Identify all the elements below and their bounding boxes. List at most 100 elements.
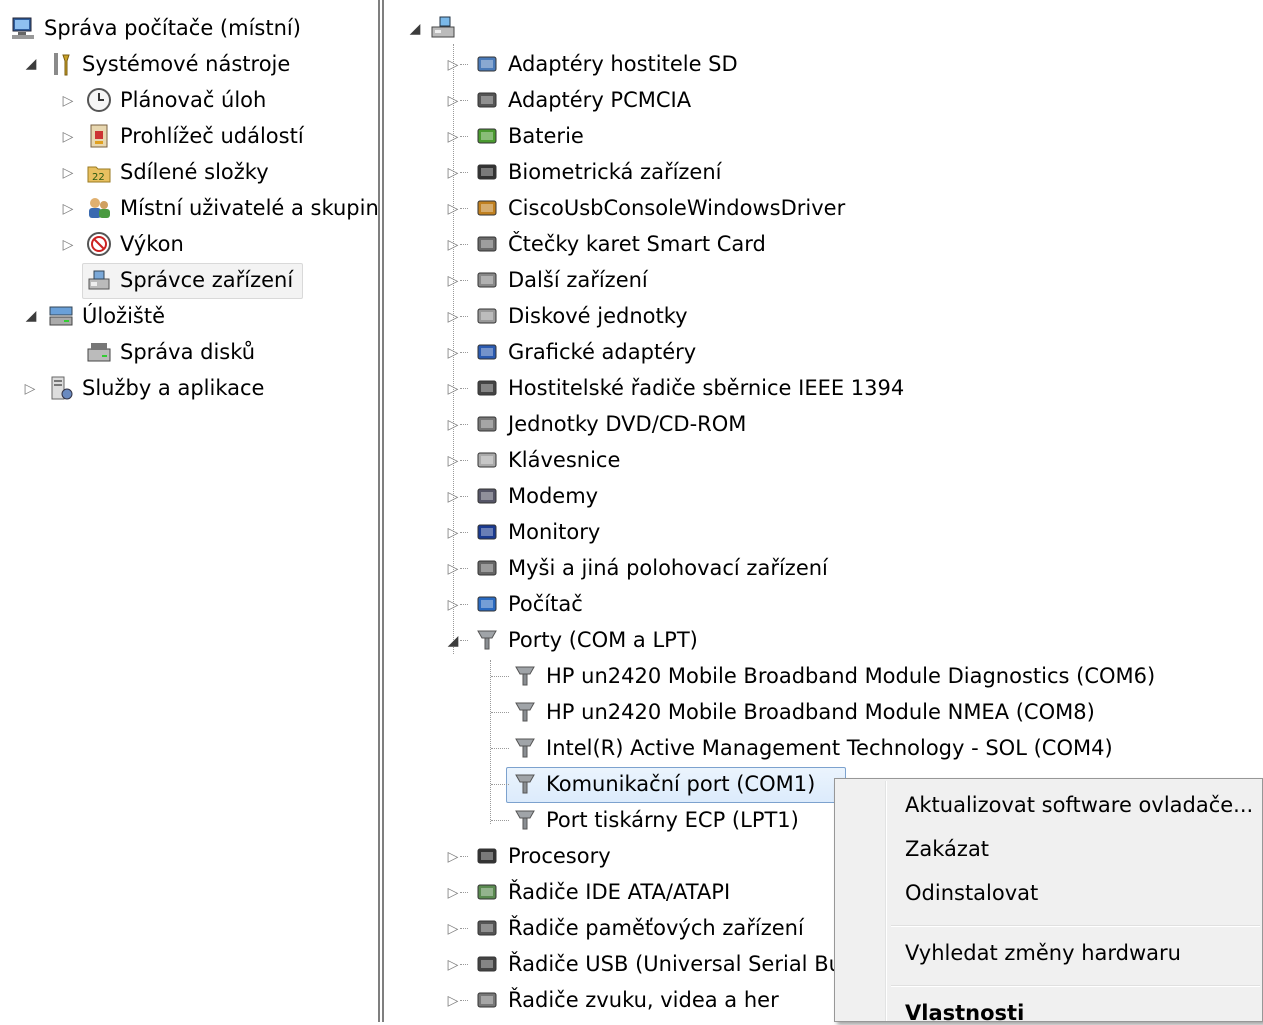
tree-item-label: Adaptéry hostitele SD [508, 52, 738, 76]
menu-item-scan-hardware[interactable]: Vyhledat změny hardwaru [905, 941, 1181, 965]
expand-arrow-icon[interactable]: ▷ [446, 310, 460, 324]
tree-item-computer-root[interactable] [430, 10, 464, 46]
tree-item-biometric[interactable]: Biometrická zařízení [474, 154, 722, 190]
tree-item-ide-ata[interactable]: Řadiče IDE ATA/ATAPI [474, 874, 730, 910]
tree-item-dvd-cdrom[interactable]: Jednotky DVD/CD-ROM [474, 406, 746, 442]
tree-item-batteries[interactable]: Baterie [474, 118, 584, 154]
tree-item-sd-host-adapters[interactable]: Adaptéry hostitele SD [474, 46, 738, 82]
serial-port-icon [512, 807, 538, 833]
tree-item-device-manager[interactable]: Správce zařízení [86, 262, 293, 298]
expand-arrow-icon[interactable]: ▷ [61, 94, 75, 108]
disk-management-icon [86, 339, 112, 365]
tree-item-computer-management[interactable]: Správa počítače (místní) [10, 10, 301, 46]
menu-item-update-driver[interactable]: Aktualizovat software ovladače... [905, 793, 1253, 817]
expand-arrow-icon[interactable]: ▷ [446, 166, 460, 180]
collapse-arrow-icon[interactable]: ◢ [446, 634, 460, 648]
expand-arrow-icon[interactable]: ▷ [446, 346, 460, 360]
tree-item-port[interactable]: HP un2420 Mobile Broadband Module Diagno… [512, 658, 1155, 694]
tree-item-storage[interactable]: Úložiště [48, 298, 165, 334]
tree-item-computer[interactable]: Počítač [474, 586, 583, 622]
tree-item-display-adapters[interactable]: Grafické adaptéry [474, 334, 696, 370]
tree-item-monitors[interactable]: Monitory [474, 514, 600, 550]
expand-arrow-icon[interactable]: ▷ [61, 202, 75, 216]
tree-item-other-devices[interactable]: Další zařízení [474, 262, 648, 298]
tree-item-port[interactable]: Port tiskárny ECP (LPT1) [512, 802, 799, 838]
expand-arrow-icon[interactable]: ▷ [446, 274, 460, 288]
tree-item-services-apps[interactable]: Služby a aplikace [48, 370, 264, 406]
expand-arrow-icon[interactable]: ▷ [61, 166, 75, 180]
menu-item-properties[interactable]: Vlastnosti [905, 1001, 1024, 1025]
tree-item-port[interactable]: HP un2420 Mobile Broadband Module NMEA (… [512, 694, 1095, 730]
tree-item-label: Myši a jiná polohovací zařízení [508, 556, 828, 580]
processor-icon [474, 843, 500, 869]
expand-arrow-icon[interactable]: ▷ [23, 382, 37, 396]
expand-arrow-icon[interactable]: ▷ [446, 238, 460, 252]
tree-item-keyboards[interactable]: Klávesnice [474, 442, 620, 478]
tree-item-storage-controllers[interactable]: Řadiče paměťových zařízení [474, 910, 804, 946]
tree-item-performance[interactable]: Výkon [86, 226, 184, 262]
tree-item-label: HP un2420 Mobile Broadband Module NMEA (… [546, 700, 1095, 724]
expand-arrow-icon[interactable]: ▷ [446, 850, 460, 864]
tree-item-label: Baterie [508, 124, 584, 148]
tree-item-ports[interactable]: Porty (COM a LPT) [474, 622, 698, 658]
tree-item-system-tools[interactable]: Systémové nástroje [48, 46, 290, 82]
tree-connector [460, 64, 468, 65]
tree-item-label: Prohlížeč událostí [120, 124, 304, 148]
tree-item-task-scheduler[interactable]: Plánovač úloh [86, 82, 266, 118]
expand-arrow-icon[interactable]: ▷ [446, 562, 460, 576]
expand-arrow-icon[interactable]: ▷ [446, 454, 460, 468]
tree-item-label: Správa počítače (místní) [44, 16, 301, 40]
tree-connector [491, 748, 509, 749]
tree-item-sound-video[interactable]: Řadiče zvuku, videa a her [474, 982, 779, 1018]
expand-arrow-icon[interactable]: ▷ [446, 958, 460, 972]
expand-arrow-icon[interactable]: ▷ [446, 94, 460, 108]
serial-port-icon [512, 663, 538, 689]
tree-connector [460, 1000, 468, 1001]
collapse-arrow-icon[interactable]: ◢ [408, 22, 422, 36]
collapse-arrow-icon[interactable]: ◢ [24, 309, 38, 323]
tree-item-pcmcia-adapters[interactable]: Adaptéry PCMCIA [474, 82, 691, 118]
tree-item-cisco-usb-console[interactable]: CiscoUsbConsoleWindowsDriver [474, 190, 845, 226]
tree-connector [460, 640, 468, 641]
expand-arrow-icon[interactable]: ▷ [446, 130, 460, 144]
expand-arrow-icon[interactable]: ▷ [446, 202, 460, 216]
event-viewer-icon [86, 123, 112, 149]
expand-arrow-icon[interactable]: ▷ [61, 238, 75, 252]
expand-arrow-icon[interactable]: ▷ [446, 526, 460, 540]
tree-connector [491, 820, 509, 821]
tree-item-label: CiscoUsbConsoleWindowsDriver [508, 196, 846, 220]
tree-item-port[interactable]: Intel(R) Active Management Technology - … [512, 730, 1113, 766]
expand-arrow-icon[interactable]: ▷ [446, 994, 460, 1008]
expand-arrow-icon[interactable]: ▷ [446, 598, 460, 612]
menu-item-disable[interactable]: Zakázat [905, 837, 989, 861]
expand-arrow-icon[interactable]: ▷ [61, 130, 75, 144]
expand-arrow-icon[interactable]: ▷ [446, 886, 460, 900]
tree-connector [460, 928, 468, 929]
tools-icon [48, 51, 74, 77]
tree-item-event-viewer[interactable]: Prohlížeč událostí [86, 118, 304, 154]
tree-item-usb-controllers[interactable]: Řadiče USB (Universal Serial Bus) [474, 946, 861, 982]
expand-arrow-icon[interactable]: ▷ [446, 922, 460, 936]
tree-item-label: Počítač [508, 592, 583, 616]
tree-item-local-users[interactable]: Místní uživatelé a skupiny [86, 190, 378, 226]
expand-arrow-icon[interactable]: ▷ [446, 490, 460, 504]
menu-separator [891, 925, 1260, 927]
expand-arrow-icon[interactable]: ▷ [446, 382, 460, 396]
expand-arrow-icon[interactable]: ▷ [446, 418, 460, 432]
tree-item-label: Služby a aplikace [82, 376, 265, 400]
tree-item-port[interactable]: Komunikační port (COM1) [512, 766, 815, 802]
port-icon [474, 627, 500, 653]
tree-connector [460, 208, 468, 209]
tree-item-shared-folders[interactable]: 22 Sdílené složky [86, 154, 269, 190]
tree-item-ieee1394[interactable]: Hostitelské řadiče sběrnice IEEE 1394 [474, 370, 904, 406]
tree-item-smart-card-readers[interactable]: Čtečky karet Smart Card [474, 226, 766, 262]
expand-arrow-icon[interactable]: ▷ [446, 58, 460, 72]
collapse-arrow-icon[interactable]: ◢ [24, 57, 38, 71]
tree-item-disk-drives[interactable]: Diskové jednotky [474, 298, 688, 334]
tree-item-processors[interactable]: Procesory [474, 838, 611, 874]
tree-item-modems[interactable]: Modemy [474, 478, 598, 514]
storage-icon [48, 303, 74, 329]
menu-item-uninstall[interactable]: Odinstalovat [905, 881, 1038, 905]
tree-item-disk-management[interactable]: Správa disků [86, 334, 255, 370]
tree-item-mice[interactable]: Myši a jiná polohovací zařízení [474, 550, 828, 586]
